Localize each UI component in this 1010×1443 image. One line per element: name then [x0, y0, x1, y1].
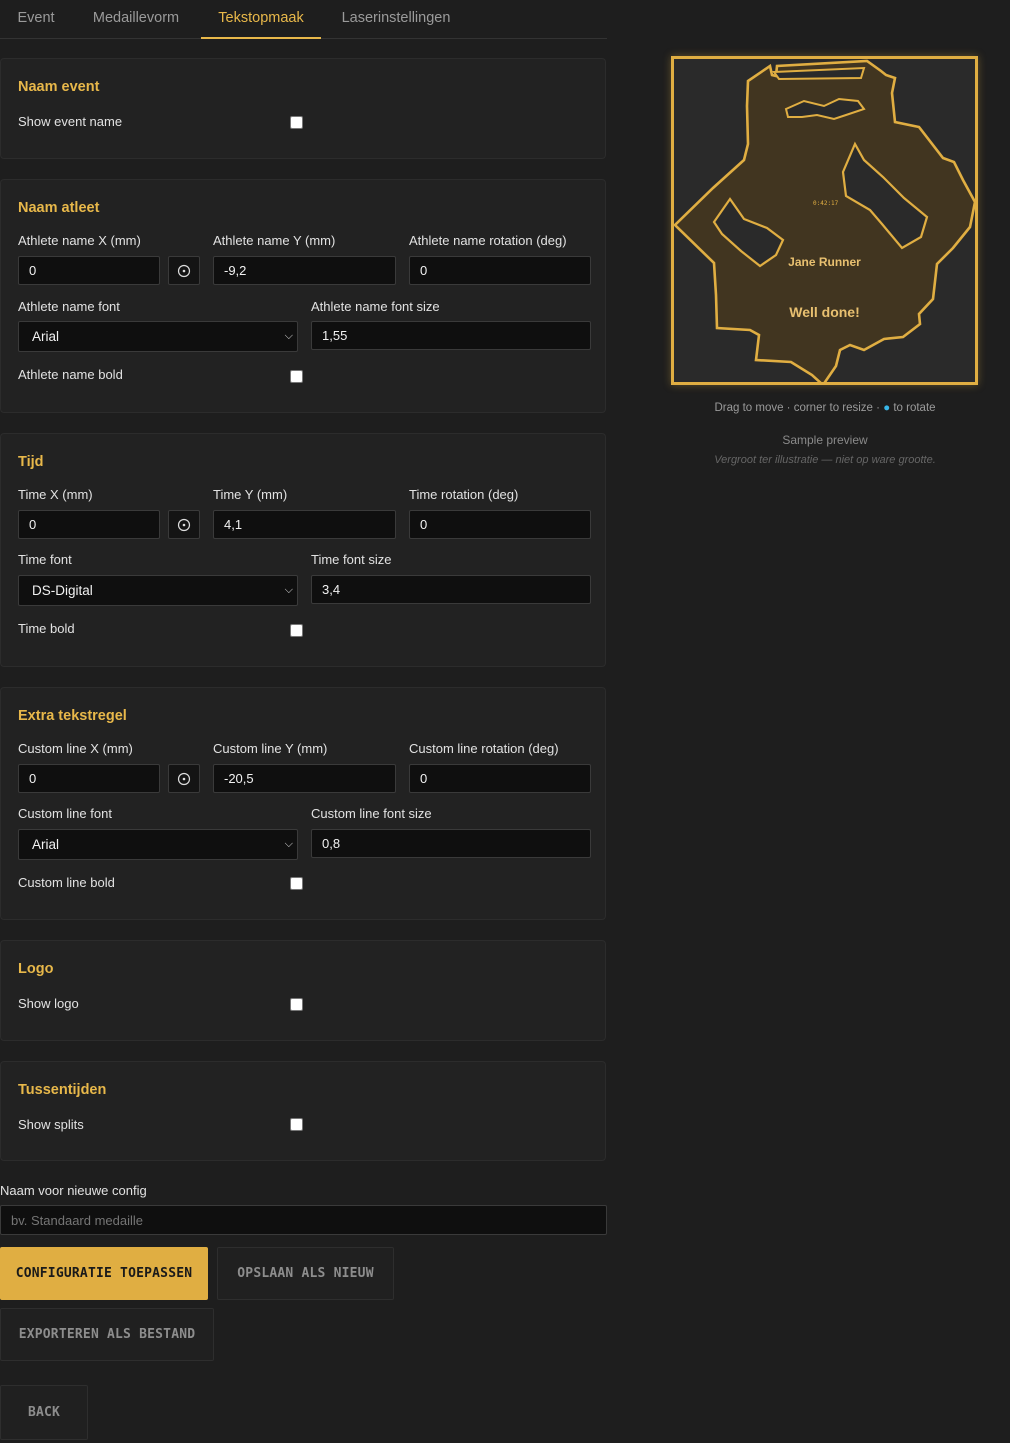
hint-text: to rotate	[890, 402, 936, 414]
custom-rotation-input[interactable]: 0	[409, 764, 591, 793]
time-font-select[interactable]: DS-Digital ⌵	[18, 575, 298, 606]
preview-note: Vergroot ter illustratie — niet op ware …	[714, 454, 936, 466]
section-custom-line: Extra tekstregel Custom line X (mm) Cust…	[0, 687, 606, 920]
config-name-input[interactable]	[0, 1205, 607, 1235]
athlete-x-input[interactable]: 0	[18, 256, 160, 285]
section-time: Tijd Time X (mm) Time Y (mm) Time rotati…	[0, 433, 606, 667]
target-icon	[177, 264, 191, 277]
custom-font-select[interactable]: Arial ⌵	[18, 829, 298, 860]
section-athlete: Naam atleet Athlete name X (mm) Athlete …	[0, 179, 606, 413]
time-font-label: Time font	[18, 552, 72, 567]
center-target-button[interactable]	[168, 764, 200, 793]
custom-bold-checkbox[interactable]	[290, 877, 303, 890]
athlete-bold-label: Athlete name bold	[18, 367, 123, 382]
athlete-size-label: Athlete name font size	[311, 299, 440, 314]
sample-preview-label: Sample preview	[782, 433, 868, 447]
chevron-down-icon: ⌵	[284, 838, 293, 850]
medal-shape	[674, 59, 975, 382]
time-bold-label: Time bold	[18, 621, 75, 636]
athlete-rotation-label: Athlete name rotation (deg)	[409, 233, 567, 248]
tab-tekstopmaak[interactable]: Tekstopmaak	[201, 0, 321, 39]
back-button[interactable]: BACK	[0, 1385, 88, 1440]
show-splits-label: Show splits	[18, 1117, 84, 1132]
custom-rotation-label: Custom line rotation (deg)	[409, 741, 559, 756]
time-x-input[interactable]: 0	[18, 510, 160, 539]
export-file-button[interactable]: EXPORTEREN ALS BESTAND	[0, 1308, 214, 1361]
time-bold-checkbox[interactable]	[290, 624, 303, 637]
athlete-size-input[interactable]: 1,55	[311, 321, 591, 350]
time-size-input[interactable]: 3,4	[311, 575, 591, 604]
apply-configuration-button[interactable]: CONFIGURATIE TOEPASSEN	[0, 1247, 208, 1300]
custom-x-input[interactable]: 0	[18, 764, 160, 793]
athlete-y-input[interactable]: -9,2	[213, 256, 396, 285]
section-title: Tussentijden	[18, 1082, 107, 1098]
time-x-label: Time X (mm)	[18, 487, 93, 502]
target-icon	[177, 518, 191, 531]
custom-size-input[interactable]: 0,8	[311, 829, 591, 858]
custom-y-label: Custom line Y (mm)	[213, 741, 328, 756]
section-title: Logo	[18, 961, 54, 977]
time-y-label: Time Y (mm)	[213, 487, 288, 502]
section-title: Extra tekstregel	[18, 708, 127, 724]
custom-y-input[interactable]: -20,5	[213, 764, 396, 793]
section-title: Tijd	[18, 454, 44, 470]
section-splits: Tussentijden Show splits	[0, 1061, 606, 1161]
show-logo-label: Show logo	[18, 996, 79, 1011]
selected-font: Arial	[32, 329, 60, 344]
target-icon	[177, 772, 191, 785]
selected-font: DS-Digital	[32, 583, 93, 598]
chevron-down-icon: ⌵	[284, 330, 293, 342]
tab-laserinstellingen[interactable]: Laserinstellingen	[332, 0, 460, 37]
section-event-name: Naam event Show event name	[0, 58, 606, 159]
selected-font: Arial	[32, 837, 60, 852]
show-event-name-checkbox[interactable]	[290, 116, 303, 129]
hint-text: Drag to move · corner to resize ·	[714, 402, 884, 414]
time-rotation-label: Time rotation (deg)	[409, 487, 519, 502]
time-y-input[interactable]: 4,1	[213, 510, 396, 539]
show-logo-checkbox[interactable]	[290, 998, 303, 1011]
tab-bar: Event Medaillevorm Tekstopmaak Laserinst…	[0, 0, 607, 39]
medal-preview-canvas[interactable]: 0:42:17 Jane Runner Well done!	[671, 56, 978, 385]
config-name-label: Naam voor nieuwe config	[0, 1183, 147, 1198]
athlete-x-label: Athlete name X (mm)	[18, 233, 141, 248]
preview-athlete-text[interactable]: Jane Runner	[674, 255, 975, 269]
preview-hint: Drag to move · corner to resize · ● to r…	[620, 402, 1010, 414]
custom-x-label: Custom line X (mm)	[18, 741, 133, 756]
athlete-y-label: Athlete name Y (mm)	[213, 233, 336, 248]
preview-custom-text[interactable]: Well done!	[674, 304, 975, 320]
center-target-button[interactable]	[168, 510, 200, 539]
custom-size-label: Custom line font size	[311, 806, 432, 821]
section-title: Naam atleet	[18, 200, 100, 216]
preview-time-text[interactable]: 0:42:17	[813, 200, 838, 207]
show-event-name-label: Show event name	[18, 114, 123, 129]
time-size-label: Time font size	[311, 552, 392, 567]
tab-medaillevorm[interactable]: Medaillevorm	[84, 0, 188, 37]
chevron-down-icon: ⌵	[284, 584, 293, 596]
time-rotation-input[interactable]: 0	[409, 510, 591, 539]
center-target-button[interactable]	[168, 256, 200, 285]
athlete-rotation-input[interactable]: 0	[409, 256, 591, 285]
athlete-bold-checkbox[interactable]	[290, 370, 303, 383]
tab-event[interactable]: Event	[0, 0, 72, 37]
custom-bold-label: Custom line bold	[18, 875, 115, 890]
save-as-new-button[interactable]: OPSLAAN ALS NIEUW	[217, 1247, 394, 1300]
show-splits-checkbox[interactable]	[290, 1118, 303, 1131]
section-title: Naam event	[18, 79, 100, 95]
custom-font-label: Custom line font	[18, 806, 112, 821]
section-logo: Logo Show logo	[0, 940, 606, 1041]
athlete-font-select[interactable]: Arial ⌵	[18, 321, 298, 352]
athlete-font-label: Athlete name font	[18, 299, 120, 314]
